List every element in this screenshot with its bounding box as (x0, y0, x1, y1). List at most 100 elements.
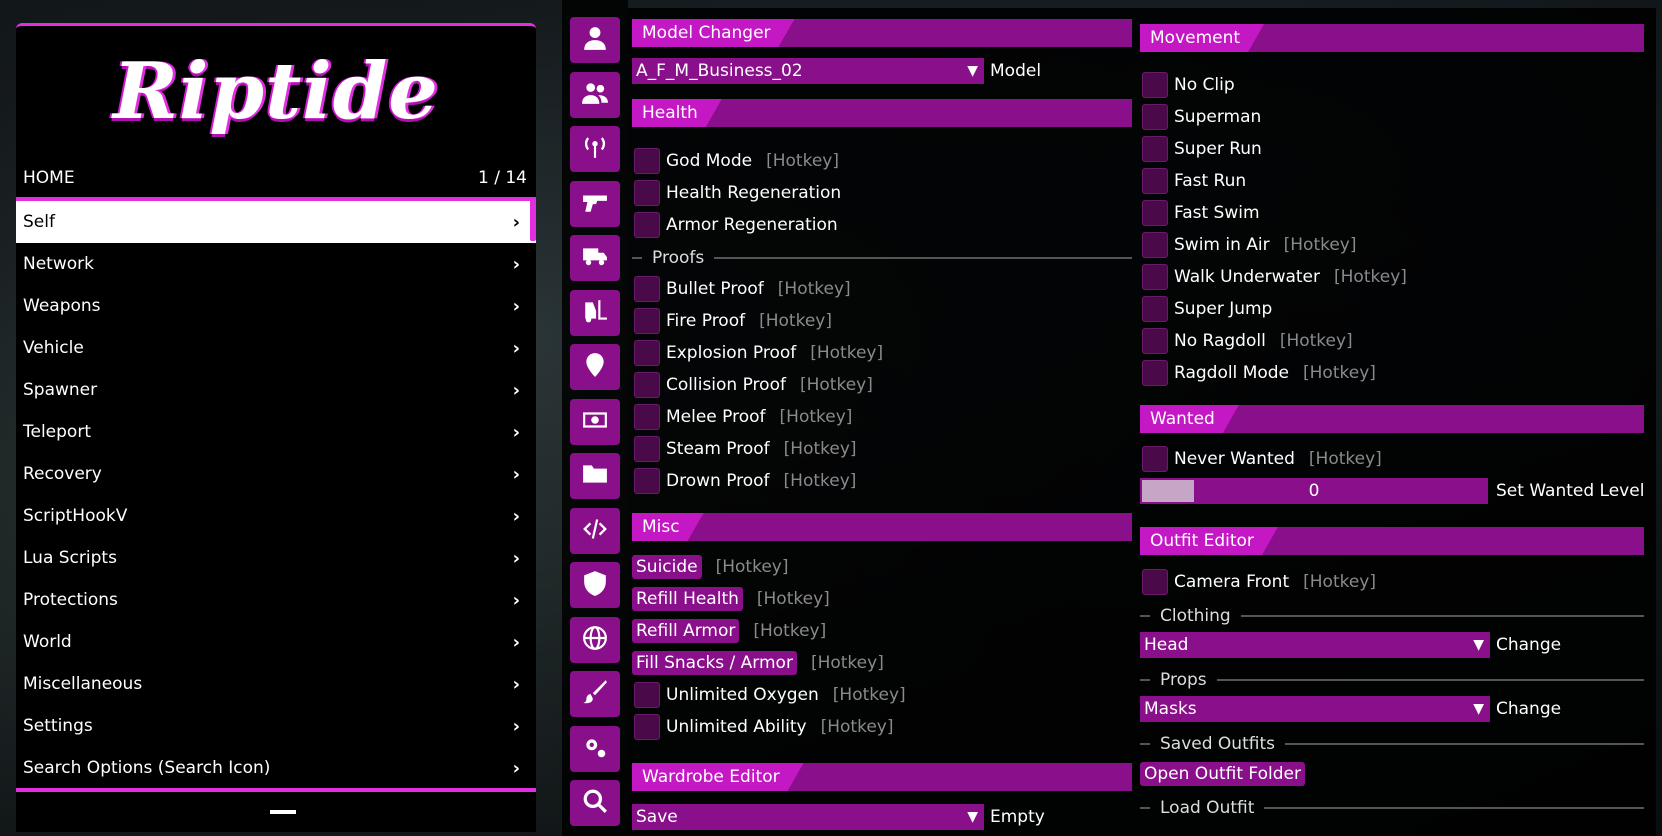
folder-tab-button[interactable] (570, 453, 620, 499)
menu-item[interactable]: Protections › (16, 579, 536, 621)
paintbrush-tab-button[interactable] (570, 671, 620, 717)
movement-toggle[interactable]: Super Jump (1142, 295, 1272, 323)
camera-front-toggle[interactable]: Camera Front [Hotkey] (1142, 568, 1376, 596)
misc-toggle[interactable]: Unlimited Oxygen [Hotkey] (634, 681, 906, 709)
proof-toggle[interactable]: Drown Proof [Hotkey] (634, 467, 856, 495)
misc-action-button[interactable]: Refill Armor (632, 619, 740, 643)
health-toggle[interactable]: God Mode [Hotkey] (634, 147, 839, 175)
movement-toggle[interactable]: Fast Swim (1142, 199, 1260, 227)
search-tab-button[interactable] (570, 780, 620, 826)
misc-toggle-checkbox[interactable] (634, 682, 660, 708)
hotkey-label[interactable]: [Hotkey] (759, 311, 832, 331)
hotkey-label[interactable]: [Hotkey] (800, 375, 873, 395)
movement-toggle-checkbox[interactable] (1142, 136, 1168, 162)
movement-toggle[interactable]: No Clip (1142, 71, 1235, 99)
proof-toggle-checkbox[interactable] (634, 372, 660, 398)
proof-toggle-checkbox[interactable] (634, 404, 660, 430)
hotkey-label[interactable]: [Hotkey] (1284, 235, 1357, 255)
menu-item[interactable]: Recovery › (16, 453, 536, 495)
movement-toggle-checkbox[interactable] (1142, 72, 1168, 98)
menu-item[interactable]: World › (16, 621, 536, 663)
user-tab-button[interactable] (570, 17, 620, 63)
menu-item[interactable]: ScriptHookV › (16, 495, 536, 537)
proof-toggle-checkbox[interactable] (634, 308, 660, 334)
movement-toggle-checkbox[interactable] (1142, 168, 1168, 194)
misc-action-button[interactable]: Suicide (632, 555, 702, 579)
hotkey-label[interactable]: [Hotkey] (784, 471, 857, 491)
misc-action-button[interactable]: Refill Health (632, 587, 743, 611)
forklift-tab-button[interactable] (570, 289, 620, 336)
proof-toggle[interactable]: Fire Proof [Hotkey] (634, 307, 832, 335)
movement-toggle-checkbox[interactable] (1142, 104, 1168, 130)
hotkey-label[interactable]: [Hotkey] (778, 279, 851, 299)
proof-toggle-checkbox[interactable] (634, 276, 660, 302)
movement-toggle-checkbox[interactable] (1142, 200, 1168, 226)
menu-item[interactable]: Lua Scripts › (16, 537, 536, 579)
hotkey-label[interactable]: [Hotkey] (811, 653, 884, 673)
hotkey-label[interactable]: [Hotkey] (810, 343, 883, 363)
movement-toggle[interactable]: No Ragdoll [Hotkey] (1142, 327, 1353, 355)
hotkey-label[interactable]: [Hotkey] (757, 589, 830, 609)
hotkey-label[interactable]: [Hotkey] (821, 717, 894, 737)
open-outfit-folder-button[interactable]: Open Outfit Folder (1140, 762, 1305, 786)
model-dropdown[interactable]: A_F_M_Business_02 ▼ (632, 58, 984, 84)
menu-item[interactable]: Settings › (16, 705, 536, 747)
wardrobe-dropdown[interactable]: Save ▼ (632, 804, 984, 830)
proof-toggle-checkbox[interactable] (634, 468, 660, 494)
hotkey-label[interactable]: [Hotkey] (716, 557, 789, 577)
menu-scrollbar[interactable] (530, 197, 536, 241)
broadcast-tab-button[interactable] (570, 126, 620, 172)
movement-toggle[interactable]: Walk Underwater [Hotkey] (1142, 263, 1407, 291)
movement-toggle-checkbox[interactable] (1142, 360, 1168, 386)
hotkey-label[interactable]: [Hotkey] (833, 685, 906, 705)
menu-item[interactable]: Teleport › (16, 411, 536, 453)
proof-toggle-checkbox[interactable] (634, 436, 660, 462)
wanted-level-slider[interactable]: 0 (1140, 478, 1488, 504)
movement-toggle[interactable]: Ragdoll Mode [Hotkey] (1142, 359, 1376, 387)
health-toggle-checkbox[interactable] (634, 180, 660, 206)
menu-item[interactable]: Search Options (Search Icon) › (16, 747, 536, 789)
hotkey-label[interactable]: [Hotkey] (1303, 572, 1376, 592)
health-toggle[interactable]: Health Regeneration (634, 179, 841, 207)
menu-item[interactable]: Self › (16, 197, 536, 243)
proof-toggle[interactable]: Steam Proof [Hotkey] (634, 435, 857, 463)
hotkey-label[interactable]: [Hotkey] (1309, 449, 1382, 469)
hotkey-label[interactable]: [Hotkey] (766, 151, 839, 171)
proof-toggle[interactable]: Explosion Proof [Hotkey] (634, 339, 883, 367)
menu-item[interactable]: Spawner › (16, 369, 536, 411)
globe-tab-button[interactable] (570, 616, 620, 663)
gun-tab-button[interactable] (570, 180, 620, 227)
money-tab-button[interactable] (570, 398, 620, 445)
camera-front-toggle-checkbox[interactable] (1142, 569, 1168, 595)
hotkey-label[interactable]: [Hotkey] (780, 407, 853, 427)
movement-toggle[interactable]: Swim in Air [Hotkey] (1142, 231, 1357, 259)
menu-item[interactable]: Network › (16, 243, 536, 285)
proof-toggle[interactable]: Melee Proof [Hotkey] (634, 403, 852, 431)
shield-tab-button[interactable] (570, 562, 620, 608)
never-wanted-toggle-checkbox[interactable] (1142, 446, 1168, 472)
health-toggle-checkbox[interactable] (634, 212, 660, 238)
health-toggle[interactable]: Armor Regeneration (634, 211, 838, 239)
misc-action-button[interactable]: Fill Snacks / Armor (632, 651, 797, 675)
users-tab-button[interactable] (570, 71, 620, 118)
hotkey-label[interactable]: [Hotkey] (784, 439, 857, 459)
location-pin-tab-button[interactable] (570, 344, 620, 390)
movement-toggle-checkbox[interactable] (1142, 232, 1168, 258)
menu-item[interactable]: Weapons › (16, 285, 536, 327)
movement-toggle[interactable]: Super Run (1142, 135, 1262, 163)
never-wanted-toggle[interactable]: Never Wanted [Hotkey] (1142, 445, 1382, 473)
movement-toggle-checkbox[interactable] (1142, 296, 1168, 322)
movement-toggle-checkbox[interactable] (1142, 264, 1168, 290)
misc-toggle-checkbox[interactable] (634, 714, 660, 740)
truck-tab-button[interactable] (570, 235, 620, 281)
hotkey-label[interactable]: [Hotkey] (753, 621, 826, 641)
code-tab-button[interactable] (570, 507, 620, 554)
proof-toggle[interactable]: Bullet Proof [Hotkey] (634, 275, 851, 303)
menu-item[interactable]: Miscellaneous › (16, 663, 536, 705)
misc-toggle[interactable]: Unlimited Ability [Hotkey] (634, 713, 893, 741)
movement-toggle[interactable]: Fast Run (1142, 167, 1246, 195)
health-toggle-checkbox[interactable] (634, 148, 660, 174)
props-dropdown[interactable]: Masks ▼ (1140, 696, 1490, 722)
movement-toggle-checkbox[interactable] (1142, 328, 1168, 354)
hotkey-label[interactable]: [Hotkey] (1280, 331, 1353, 351)
